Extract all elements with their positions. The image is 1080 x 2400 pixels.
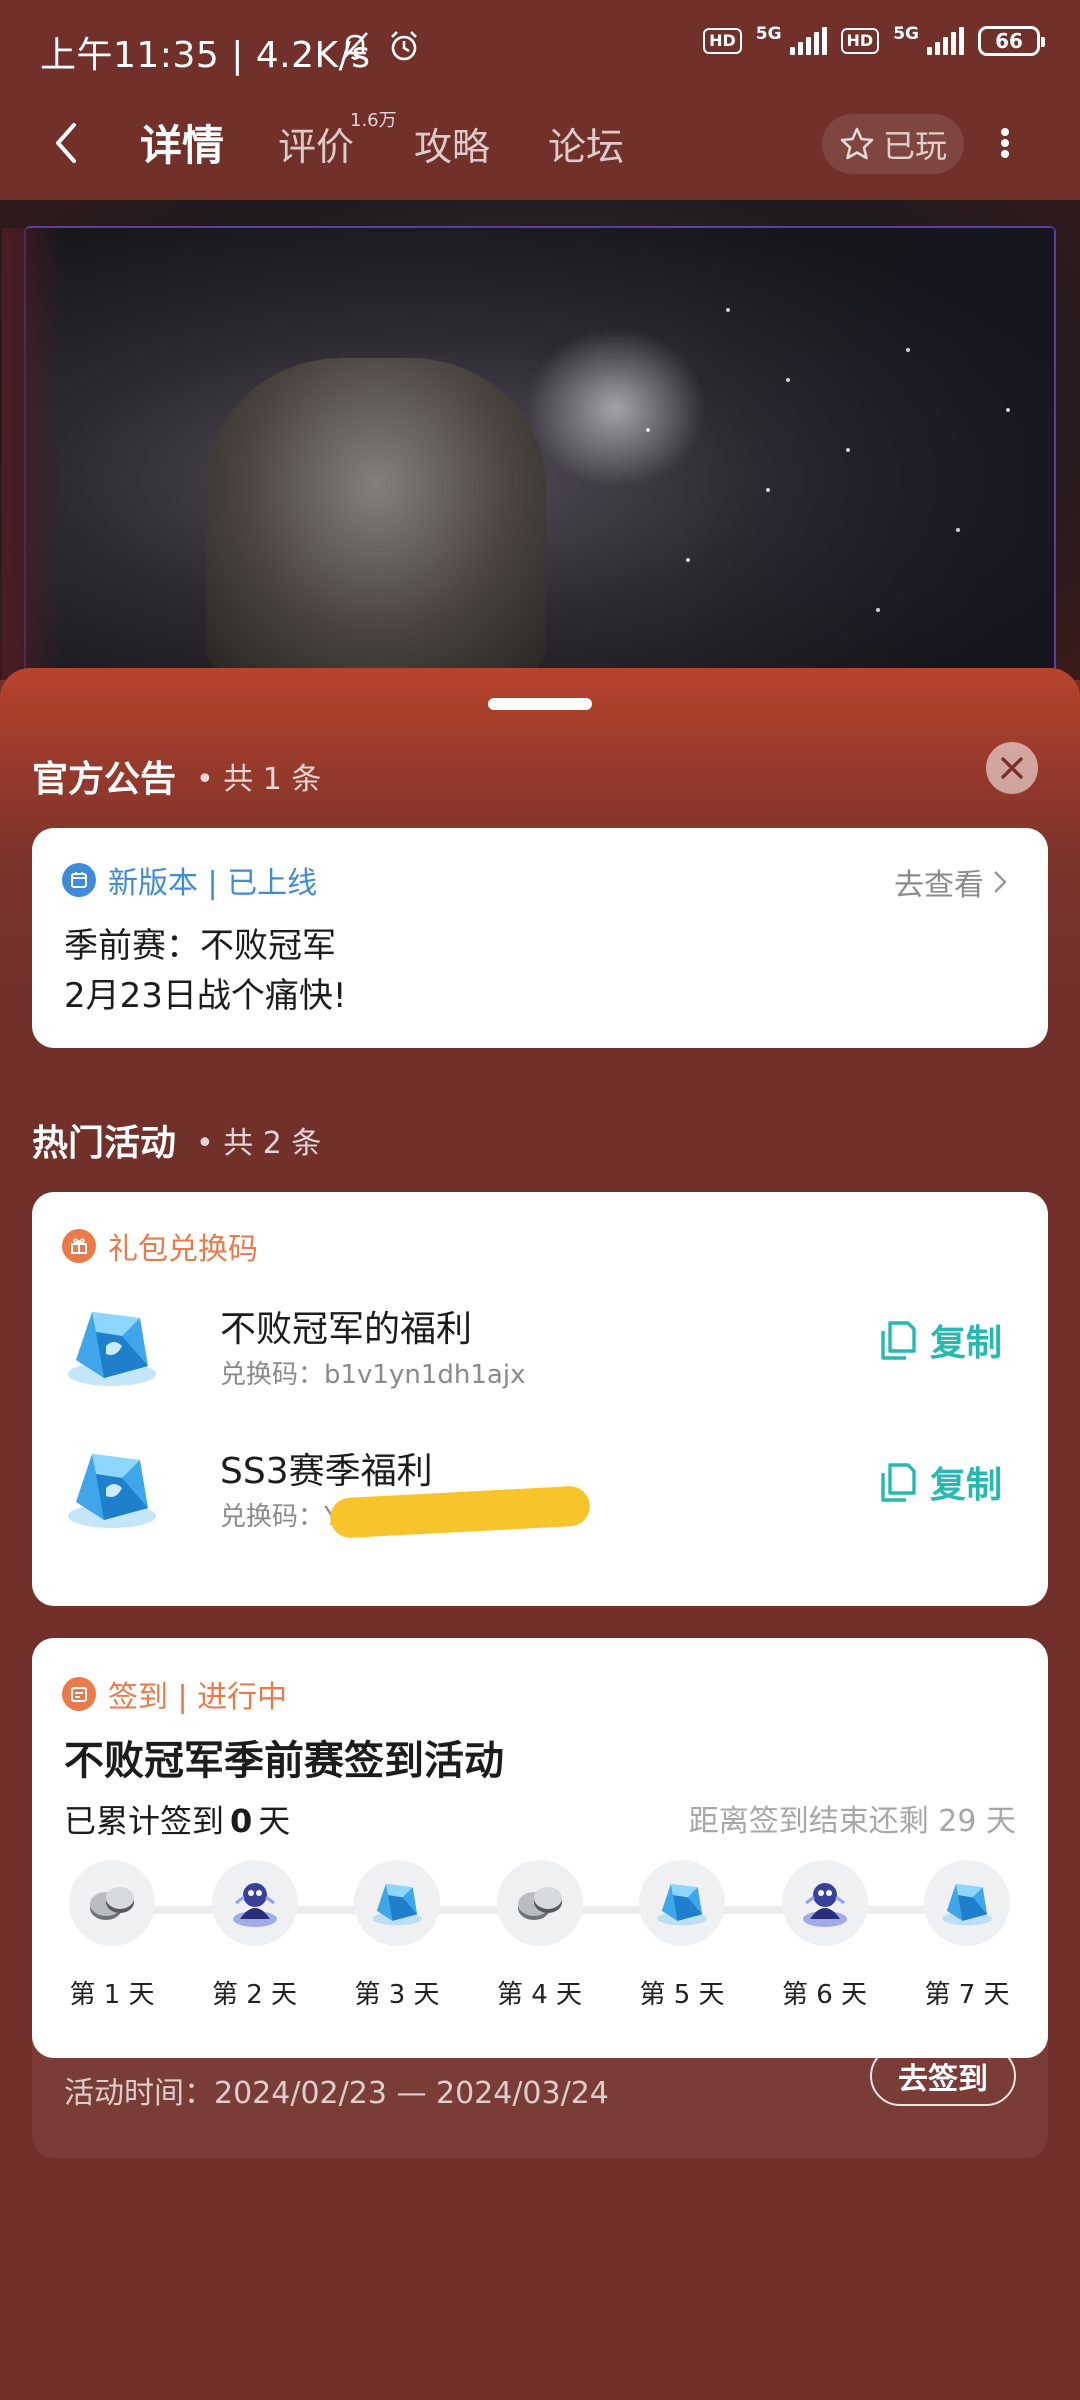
checkin-day-label: 第 7 天 [924,1980,1010,2010]
copy-icon [881,1463,916,1502]
announcement-line: 季前赛：不败冠军 [64,926,336,966]
back-button[interactable] [52,120,92,166]
fiveg-label: 5G [893,24,919,44]
checkin-remaining: 距离签到结束还剩 29 天 [688,1804,1016,1839]
gift-name: 不败冠军的福利 [220,1309,473,1350]
checkin-day-label: 第 2 天 [211,1980,298,2010]
announcement-tag: 新版本 | 已上线 [62,858,317,902]
tab-forum[interactable]: 论坛 [548,116,624,171]
announcement-section-title: 官方公告 [32,759,177,800]
sheet-drag-handle[interactable] [488,698,592,710]
chevron-right-icon [994,871,1007,893]
checkin-button[interactable]: 去签到 [870,2046,1016,2106]
reviews-count-badge: 1.6万 [350,110,397,131]
tab-guides[interactable]: 攻略 [414,116,490,171]
gift-code-tag-label: 礼包兑换码 [108,1232,258,1267]
character-icon [781,1860,868,1946]
tab-details[interactable]: 详情 [140,112,224,173]
gift-code-item: 不败冠军的福利 兑换码：b1v1yn1dh1ajx 复制 [62,1292,1018,1402]
gift-code-item: SS3赛季福利 兑换码：Y 复制 [62,1434,1018,1544]
checkin-day-4: 第 4 天 [490,1860,590,2011]
announcement-tag-label: 新版本 | 已上线 [108,866,318,901]
checkin-day-6: 第 6 天 [775,1860,875,2011]
gift-code-tag: 礼包兑换码 [62,1224,258,1268]
fiveg-label: 5G [755,24,782,44]
star-icon [840,127,874,160]
activity-sheet: 官方公告 • 共 1 条 新版本 | 已上线 去查看 季前赛：不败冠军 2月23… [0,668,1080,2400]
checkin-day-2: 第 2 天 [205,1860,305,2011]
played-label: 已玩 [882,127,947,165]
gem-icon [924,1860,1010,1946]
coin-icon [69,1860,155,1946]
signal-icon [927,27,964,55]
gem-icon [354,1860,440,1946]
battery-icon: 66 [978,26,1045,56]
mute-bell-icon [342,32,368,60]
checkin-day-7: 第 7 天 [917,1860,1017,2011]
hero-video-banner[interactable] [0,200,1080,680]
gift-code-value: 兑换码：b1v1yn1dh1ajx [220,1360,526,1390]
announcement-count: • 共 1 条 [196,762,322,797]
coin-icon [496,1860,583,1946]
checkin-tag-label: 签到 | 进行中 [108,1680,288,1715]
hero-frame [2,226,1056,680]
checkin-day-label: 第 4 天 [496,1980,583,2010]
status-bar: 上午11:35 | 4.2K/s HD 5G HD 5G 66 [0,0,1080,96]
tab-reviews[interactable]: 评价 [278,116,354,171]
gift-code-card: 礼包兑换码 不败冠军的福利 兑换码：b1v1yn1dh1ajx 复制 SS3赛季… [32,1192,1048,1606]
character-icon [211,1860,298,1946]
gift-code-value: 兑换码：Y [220,1502,340,1532]
calendar-icon [62,863,96,897]
checkin-day-1: 第 1 天 [62,1860,162,2011]
copy-code-button[interactable]: 复制 [878,1456,1002,1508]
checkin-progress: 已累计签到 0 天 [64,1802,291,1840]
copy-code-button[interactable]: 复制 [878,1314,1002,1366]
checkin-tag: 签到 | 进行中 [62,1672,287,1716]
hd-badge: HD [840,28,880,54]
gift-name: SS3赛季福利 [220,1451,433,1492]
status-time: 上午11:35 | 4.2K/s [40,35,371,76]
checkin-day-label: 第 1 天 [69,1980,155,2010]
activity-section-title: 热门活动 [32,1123,177,1164]
checkin-days-count: 0 [230,1802,253,1840]
close-button[interactable] [986,742,1038,794]
announcement-line: 2月23日战个痛快! [64,976,347,1016]
game-detail-page: 上午11:35 | 4.2K/s HD 5G HD 5G 66 详情 评价 1.… [0,0,1080,2400]
checkin-day-3: 第 3 天 [347,1860,447,2011]
close-icon [1001,757,1023,779]
checkin-icon [62,1677,96,1711]
activity-period: 活动时间：2024/02/23 — 2024/03/24 [64,2076,609,2111]
gem-icon [639,1860,725,1946]
activity-count: • 共 2 条 [196,1126,322,1161]
announcement-card[interactable]: 新版本 | 已上线 去查看 季前赛：不败冠军 2月23日战个痛快! [32,828,1048,1048]
played-button[interactable]: 已玩 [822,114,964,174]
alarm-icon [391,31,417,61]
back-arrow-icon [56,123,76,163]
gift-icon [62,1229,96,1263]
signal-icon [789,27,827,55]
view-announcement-link[interactable]: 去查看 [894,860,1008,904]
checkin-day-label: 第 3 天 [354,1980,440,2010]
checkin-card: 签到 | 进行中 不败冠军季前赛签到活动 已累计签到 0 天 距离签到结束还剩 29… [32,1638,1048,2058]
hd-badge: HD [703,28,742,54]
more-options-button[interactable] [990,120,1020,166]
gem-reward-icon [68,1312,156,1386]
copy-icon [881,1321,916,1360]
checkin-day-label: 第 5 天 [639,1980,725,2010]
checkin-day-5: 第 5 天 [632,1860,732,2011]
hero-character-image [206,358,546,678]
checkin-title: 不败冠军季前赛签到活动 [64,1738,504,1784]
status-icons-right: HD 5G HD 5G 66 [703,24,1045,56]
top-nav-bar: 详情 评价 1.6万 攻略 论坛 已玩 [0,96,1080,188]
gem-reward-icon [68,1454,156,1528]
checkin-day-label: 第 6 天 [781,1980,868,2010]
status-icons-left [338,28,422,64]
